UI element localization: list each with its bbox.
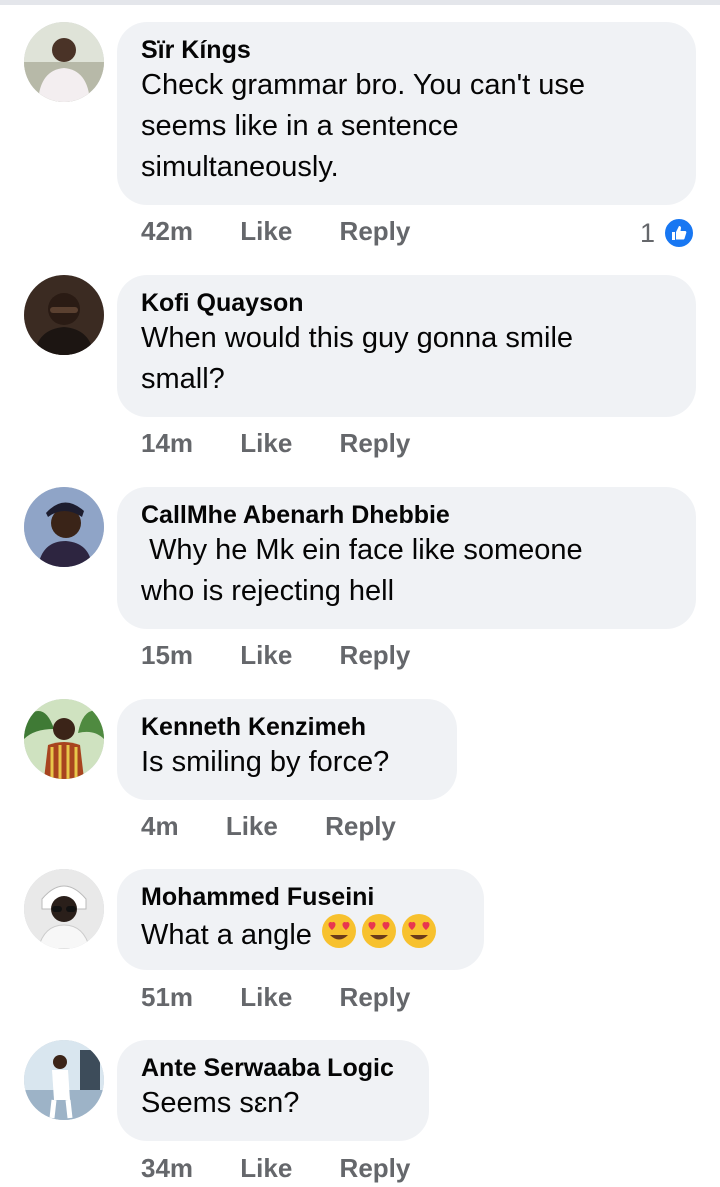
reply-button[interactable]: Reply [340, 640, 411, 671]
comment-timestamp[interactable]: 15m [141, 640, 193, 671]
comment-timestamp[interactable]: 4m [141, 811, 179, 842]
like-button[interactable]: Like [240, 428, 292, 459]
avatar[interactable] [24, 699, 104, 779]
comment-bubble: Mohammed Fuseini What a angle [117, 869, 484, 970]
reaction-count: 1 [639, 217, 655, 248]
comment-bubble: Sïr Kíngs Check grammar bro. You can't u… [117, 22, 696, 205]
comment-text: Check grammar bro. You can't use seems l… [141, 69, 585, 183]
comment-timestamp[interactable]: 34m [141, 1153, 193, 1184]
comment-actions: 14m Like Reply [141, 428, 410, 462]
comment-actions: 34m Like Reply [141, 1153, 410, 1187]
heart-eyes-emoji-icon [360, 912, 398, 950]
heart-eyes-emoji-icon [320, 912, 358, 950]
comment-text: When would this guy gonna smile small? [141, 322, 574, 395]
comment-timestamp[interactable]: 14m [141, 428, 193, 459]
comment-text: Why he Mk ein face like someone who is r… [141, 534, 583, 607]
top-divider [0, 0, 720, 5]
comment-author[interactable]: Ante Serwaaba Logic [141, 1053, 405, 1083]
like-button[interactable]: Like [226, 811, 278, 842]
reply-button[interactable]: Reply [340, 428, 411, 459]
comment-text-content: What a angle [141, 919, 320, 951]
comment-actions: 42m Like Reply [141, 216, 410, 250]
comment-text: Seems sɛn? [141, 1087, 300, 1119]
avatar[interactable] [24, 869, 104, 949]
like-button[interactable]: Like [240, 216, 292, 247]
comment-author[interactable]: Kofi Quayson [141, 288, 672, 318]
reply-button[interactable]: Reply [325, 811, 396, 842]
comment-timestamp[interactable]: 42m [141, 216, 193, 247]
comment-bubble: Kenneth Kenzimeh Is smiling by force? [117, 699, 457, 800]
heart-eyes-emoji-icon [400, 912, 438, 950]
comment-timestamp[interactable]: 51m [141, 982, 193, 1013]
reply-button[interactable]: Reply [340, 216, 411, 247]
like-button[interactable]: Like [240, 982, 292, 1013]
avatar[interactable] [24, 275, 104, 355]
comment-bubble: Ante Serwaaba Logic Seems sɛn? [117, 1040, 429, 1141]
comment-bubble: CallMhe Abenarh Dhebbie Why he Mk ein fa… [117, 487, 696, 629]
comment-author[interactable]: Kenneth Kenzimeh [141, 712, 433, 742]
avatar[interactable] [24, 1040, 104, 1120]
like-button[interactable]: Like [240, 640, 292, 671]
like-button[interactable]: Like [240, 1153, 292, 1184]
thumbs-up-icon [663, 217, 695, 249]
comment-actions: 51m Like Reply [141, 982, 410, 1016]
reaction-summary[interactable]: 1 [640, 216, 695, 250]
comment-actions: 15m Like Reply [141, 640, 410, 674]
comment-actions: 4m Like Reply [141, 811, 396, 845]
comment-text: Is smiling by force? [141, 746, 390, 778]
avatar[interactable] [24, 22, 104, 102]
comment-text: What a angle [141, 912, 460, 956]
reply-button[interactable]: Reply [340, 1153, 411, 1184]
comment-author[interactable]: Mohammed Fuseini [141, 882, 460, 912]
reply-button[interactable]: Reply [340, 982, 411, 1013]
comment-bubble: Kofi Quayson When would this guy gonna s… [117, 275, 696, 417]
comment-author[interactable]: Sïr Kíngs [141, 35, 672, 65]
comment-author[interactable]: CallMhe Abenarh Dhebbie [141, 500, 672, 530]
avatar[interactable] [24, 487, 104, 567]
